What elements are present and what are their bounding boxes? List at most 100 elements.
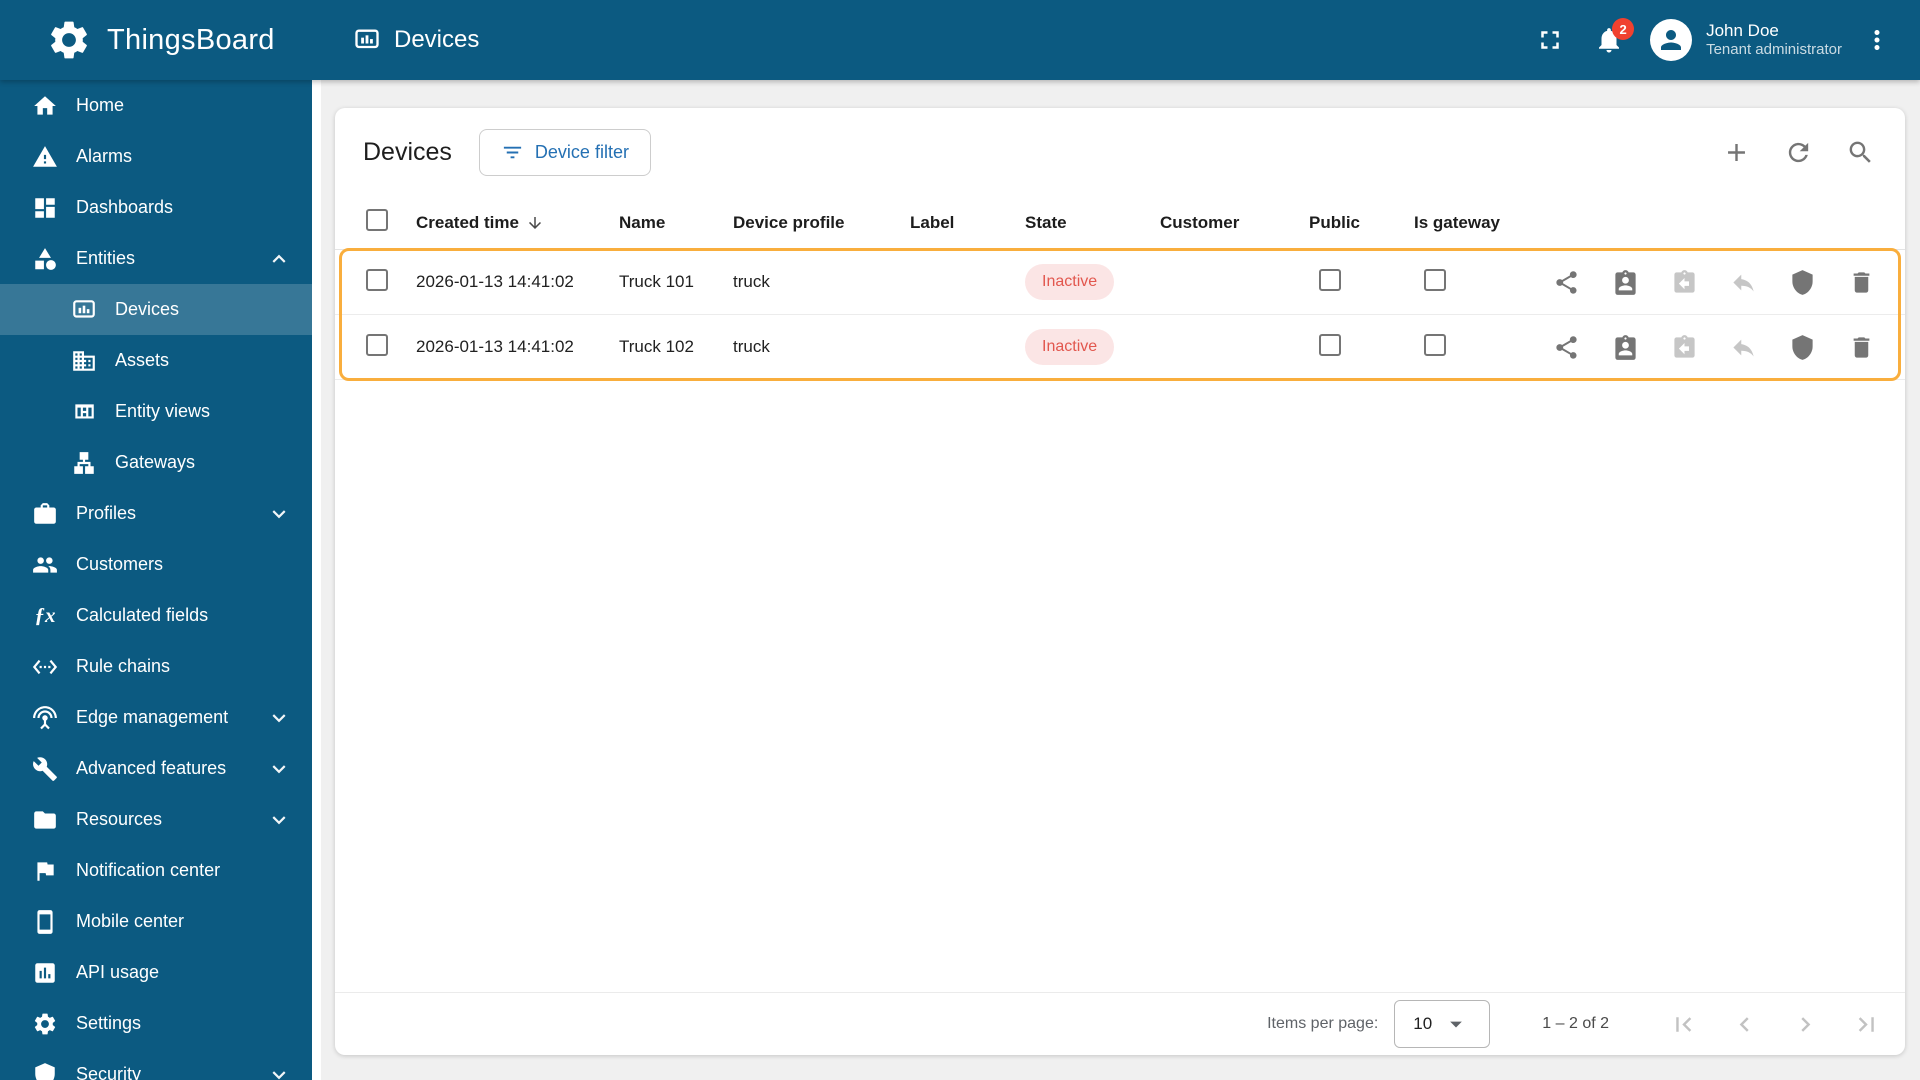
reply-icon (1733, 274, 1754, 291)
state-badge: Inactive (1025, 329, 1115, 365)
fullscreen-button[interactable] (1535, 25, 1565, 55)
is-gateway-checkbox[interactable] (1424, 333, 1446, 356)
security-shield-icon (1792, 334, 1813, 360)
make-private-button[interactable] (1730, 334, 1757, 361)
sidebar-item-edge-management[interactable]: Edge management (0, 692, 312, 743)
sidebar-scrollbar[interactable] (312, 80, 321, 1080)
dropdown-caret-icon (1450, 1021, 1463, 1028)
gateways-icon (70, 450, 98, 476)
sidebar-item-label: Home (76, 95, 125, 115)
sidebar-item-label: Alarms (76, 146, 133, 166)
more-menu-button[interactable] (1862, 25, 1892, 55)
manage-credentials-button[interactable] (1789, 269, 1816, 296)
sidebar-item-dashboards[interactable]: Dashboards (0, 182, 312, 233)
add-device-button[interactable] (1722, 138, 1751, 167)
page-title-label: Devices (394, 26, 480, 53)
sidebar-item-devices[interactable]: Devices (0, 284, 312, 335)
entity-views-icon (70, 399, 98, 425)
sidebar-item-settings[interactable]: Settings (0, 998, 312, 1049)
user-info[interactable]: John Doe Tenant administrator (1706, 20, 1842, 60)
brand[interactable]: ThingsBoard (46, 17, 353, 63)
table-row[interactable]: 2026-01-13 14:41:02 Truck 102 truck Inac… (335, 315, 1905, 380)
reply-icon (1733, 339, 1754, 356)
assign-customer-icon (1615, 269, 1636, 295)
avatar[interactable] (1650, 19, 1693, 61)
sidebar-item-mobile-center[interactable]: Mobile center (0, 896, 312, 947)
items-per-page-label: Items per page: (1267, 1015, 1379, 1032)
sidebar-item-home[interactable]: Home (0, 80, 312, 131)
sidebar-item-label: Resources (76, 809, 163, 829)
user-name: John Doe (1706, 21, 1779, 40)
sidebar-item-rule-chains[interactable]: Rule chains (0, 641, 312, 692)
row-checkbox[interactable] (366, 333, 388, 356)
page-range-label: 1 – 2 of 2 (1542, 1015, 1609, 1032)
sidebar-item-api-usage[interactable]: API usage (0, 947, 312, 998)
share-icon (1556, 270, 1577, 294)
sidebar-item-label: Mobile center (76, 911, 185, 931)
unassign-from-customer-button[interactable] (1671, 269, 1698, 296)
column-header-is-gateway[interactable]: Is gateway (1414, 213, 1546, 233)
sidebar-item-label: Entity views (115, 401, 211, 421)
column-header-created-time[interactable]: Created time (416, 213, 619, 233)
sidebar-item-notification-center[interactable]: Notification center (0, 845, 312, 896)
unassign-from-customer-button[interactable] (1671, 334, 1698, 361)
sidebar-item-label: Advanced features (76, 758, 227, 778)
select-all-checkbox[interactable] (366, 209, 388, 231)
next-page-button[interactable] (1791, 1010, 1820, 1039)
column-header-state[interactable]: State (1025, 213, 1160, 233)
share-icon (1556, 335, 1577, 359)
refresh-icon (1788, 142, 1809, 162)
column-header-name[interactable]: Name (619, 213, 733, 233)
sidebar-item-profiles[interactable]: Profiles (0, 488, 312, 539)
column-header-device-profile[interactable]: Device profile (733, 213, 910, 233)
sidebar-item-gateways[interactable]: Gateways (0, 437, 312, 488)
warning-icon (31, 144, 59, 170)
device-filter-button[interactable]: Device filter (478, 128, 651, 176)
column-header-label[interactable]: Label (910, 213, 1025, 233)
manage-credentials-button[interactable] (1789, 334, 1816, 361)
items-per-page-select[interactable]: 10 (1394, 1000, 1491, 1048)
assign-to-customer-button[interactable] (1612, 334, 1639, 361)
sidebar-item-security[interactable]: Security (0, 1049, 312, 1080)
first-page-button[interactable] (1669, 1010, 1698, 1039)
sort-desc-icon (526, 214, 544, 232)
last-page-icon (1858, 1016, 1874, 1032)
sidebar-item-entity-views[interactable]: Entity views (0, 386, 312, 437)
rule-chains-icon (31, 654, 59, 680)
sidebar-item-label: Calculated fields (76, 605, 209, 625)
card-title: Devices (363, 137, 452, 166)
chevron-down-icon (266, 756, 292, 782)
delete-device-button[interactable] (1848, 334, 1875, 361)
cell-state: Inactive (1025, 329, 1160, 365)
public-checkbox[interactable] (1319, 333, 1341, 356)
delete-device-button[interactable] (1848, 269, 1875, 296)
sidebar-item-label: Profiles (76, 503, 137, 523)
assign-to-customer-button[interactable] (1612, 269, 1639, 296)
column-header-public[interactable]: Public (1309, 213, 1414, 233)
notifications-button[interactable]: 2 (1594, 18, 1635, 55)
sidebar-item-resources[interactable]: Resources (0, 794, 312, 845)
sidebar-item-calculated-fields[interactable]: ƒx Calculated fields (0, 590, 312, 641)
sidebar-item-customers[interactable]: Customers (0, 539, 312, 590)
cell-created-time: 2026-01-13 14:41:02 (416, 272, 574, 291)
table-row[interactable]: 2026-01-13 14:41:02 Truck 101 truck Inac… (335, 250, 1905, 315)
sidebar-item-alarms[interactable]: Alarms (0, 131, 312, 182)
make-public-button[interactable] (1553, 334, 1580, 361)
previous-page-button[interactable] (1730, 1010, 1759, 1039)
row-checkbox[interactable] (366, 268, 388, 291)
last-page-button[interactable] (1852, 1010, 1881, 1039)
search-button[interactable] (1846, 138, 1875, 167)
public-checkbox[interactable] (1319, 268, 1341, 291)
column-header-customer[interactable]: Customer (1160, 213, 1309, 233)
make-private-button[interactable] (1730, 269, 1757, 296)
dashboards-icon (31, 195, 59, 221)
refresh-button[interactable] (1784, 138, 1813, 167)
sidebar-item-advanced-features[interactable]: Advanced features (0, 743, 312, 794)
sidebar-item-assets[interactable]: Assets (0, 335, 312, 386)
devices-card: Devices Device filter Created time Name … (335, 108, 1905, 1055)
make-public-button[interactable] (1553, 269, 1580, 296)
sidebar-item-entities[interactable]: Entities (0, 233, 312, 284)
is-gateway-checkbox[interactable] (1424, 268, 1446, 291)
card-header: Devices Device filter (335, 108, 1905, 196)
chevron-left-icon (1739, 1016, 1749, 1032)
